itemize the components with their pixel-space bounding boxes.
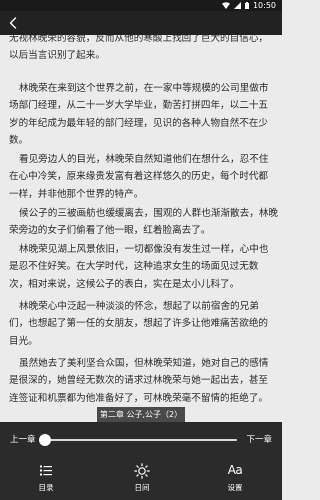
tab-day-mode[interactable]: 日间 (117, 462, 167, 494)
chapter-progress-slider[interactable] (39, 434, 237, 446)
status-time: 10:50 (252, 1, 276, 10)
top-bar (0, 11, 282, 35)
font-settings-icon: Aa (227, 463, 243, 477)
chapter-tooltip: 第二章 公子,公子（2） (97, 407, 185, 422)
slider-track (41, 439, 237, 441)
paragraph: 看见旁边人的目光，林晚荣自然知道他们在想什么，忍不住 在心中冷笑，原来缘贵发富有… (9, 154, 269, 200)
paragraph: 虽然她去了美利坚合众国，但林晚荣知道，她对自己的感情 是很深的，她曾经无数次的请… (9, 358, 269, 404)
reader-control-panel: 上一章 下一章 目录 日间 Aa 设置 (0, 422, 282, 500)
wifi-icon (221, 2, 230, 9)
tab-settings[interactable]: Aa 设置 (210, 462, 260, 494)
tab-label: 目录 (38, 483, 54, 492)
status-bar: 10:50 (0, 0, 282, 11)
paragraph: 无视林晚荣的容貌，反而从他的寒酸上找回了巨大的自信心， 以后当言识别了起来。 (9, 35, 269, 62)
paragraph: 林晚荣心中泛起一种淡淡的怀念，想起了以前宿舍的兄弟 们，也想起了第一任的女朋友，… (9, 301, 269, 347)
sun-icon (134, 462, 150, 479)
tab-label: 日间 (134, 483, 150, 492)
tab-table-of-contents[interactable]: 目录 (21, 462, 71, 494)
next-chapter-button[interactable]: 下一章 (246, 433, 272, 445)
list-icon (40, 462, 52, 479)
back-button[interactable] (4, 14, 22, 32)
paragraph: 林晚荣见湖上风景依旧，一切都像没有发生过一样，心中也 是忍不住好笑。在大学时代，… (9, 244, 269, 290)
reading-content[interactable]: 无视林晚荣的容貌，反而从他的寒酸上找回了巨大的自信心， 以后当言识别了起来。 林… (0, 35, 282, 422)
back-arrow-icon (9, 17, 17, 29)
tab-label: 设置 (227, 483, 243, 492)
paragraph: 候公子的三被画舫也缓缓离去，围观的人群也渐渐散去，林晚 荣旁边的女子们偷看了他一… (9, 208, 279, 237)
battery-icon (244, 2, 249, 9)
status-bar-right: 10:50 (221, 0, 276, 11)
prev-chapter-button[interactable]: 上一章 (10, 433, 36, 445)
signal-icon (233, 2, 241, 9)
paragraph: 林晚荣在来到这个世界之前，在一家中等规模的公司里做市 场部门经理，从二十一岁大学… (9, 83, 269, 147)
slider-thumb[interactable] (39, 434, 51, 446)
